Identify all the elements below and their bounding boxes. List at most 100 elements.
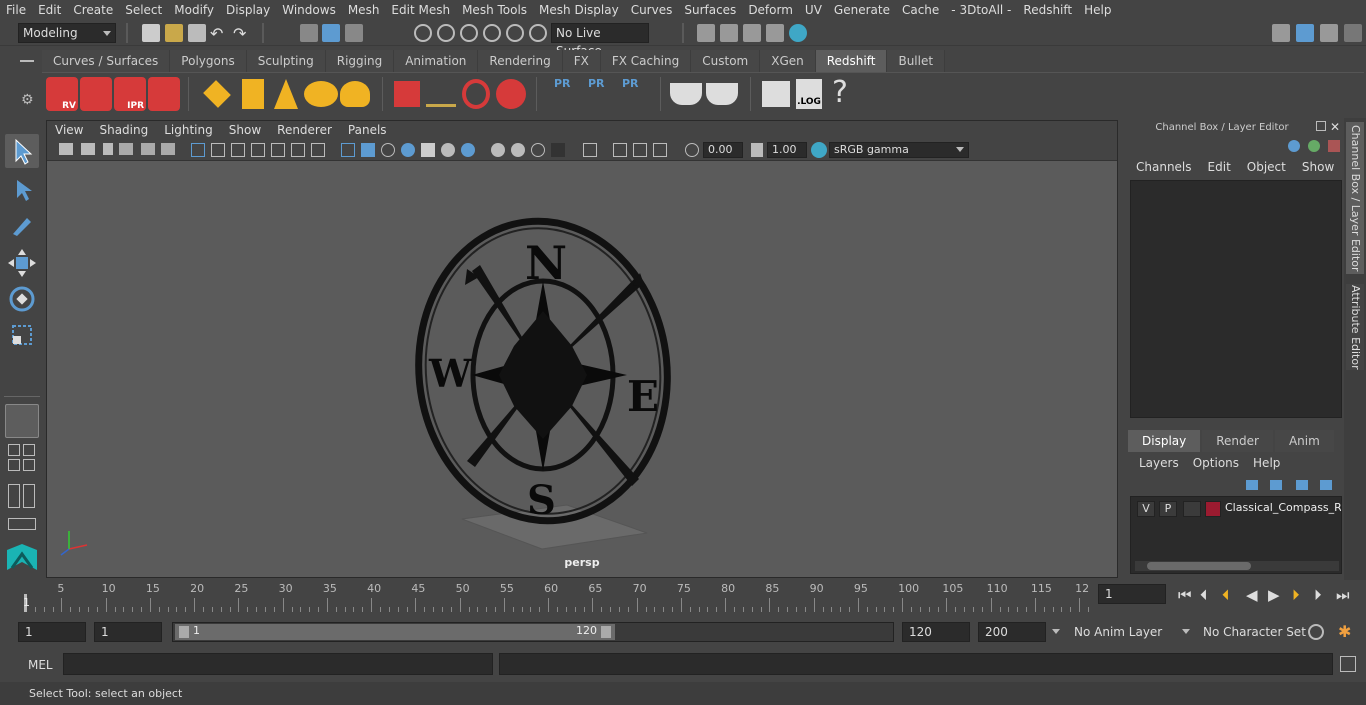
sphere-icon[interactable] <box>496 79 526 109</box>
playback-start-field[interactable]: 1 <box>94 622 162 642</box>
bake-set-icon[interactable] <box>706 83 738 105</box>
redshift-batch-icon[interactable] <box>80 77 112 111</box>
play-backwards-icon[interactable]: ◀ <box>1246 586 1258 604</box>
pr-object-icon[interactable]: PR <box>554 77 571 90</box>
scene-canvas[interactable]: N S E W <box>47 161 1117 561</box>
layer-menu-options[interactable]: Options <box>1186 456 1246 470</box>
field-chart-icon[interactable] <box>271 143 285 157</box>
lasso-tool-icon[interactable] <box>5 172 39 206</box>
layout-side-icon[interactable] <box>8 459 20 471</box>
image-plane-icon[interactable] <box>119 143 133 155</box>
current-frame-field[interactable]: 1 <box>1098 584 1166 604</box>
viewport-menu-panels[interactable]: Panels <box>340 121 395 139</box>
tab-attribute-editor[interactable]: Attribute Editor <box>1346 284 1364 370</box>
chevron-down-icon[interactable] <box>1182 629 1190 634</box>
exposure-field[interactable]: 0.00 <box>703 142 743 158</box>
step-back-frame-icon[interactable]: ⏴ <box>1200 586 1208 604</box>
tab-render[interactable]: Render <box>1202 430 1273 452</box>
channel-menu-edit[interactable]: Edit <box>1200 160 1239 174</box>
menu-mesh-tools[interactable]: Mesh Tools <box>456 0 533 20</box>
move-layer-up-icon[interactable] <box>1246 480 1258 490</box>
channel-menu-channels[interactable]: Channels <box>1128 160 1200 174</box>
menu-surfaces[interactable]: Surfaces <box>678 0 742 20</box>
layer-name[interactable]: Classical_Compass_Ro <box>1225 501 1341 514</box>
lights-icon[interactable] <box>441 143 455 157</box>
shadows-icon[interactable] <box>461 143 475 157</box>
layout-four-icon[interactable] <box>23 444 35 456</box>
camera-attributes-icon[interactable] <box>81 143 95 155</box>
sun-sky-icon[interactable] <box>340 81 370 107</box>
tab-display[interactable]: Display <box>1128 430 1201 452</box>
play-forwards-icon[interactable]: ▶ <box>1268 586 1280 604</box>
menu-file[interactable]: File <box>0 0 32 20</box>
select-tool-icon[interactable] <box>5 134 39 168</box>
grease-pencil-icon[interactable] <box>161 143 175 155</box>
layer-menu-help[interactable]: Help <box>1246 456 1287 470</box>
range-track[interactable]: 1 120 <box>172 622 894 642</box>
workspace-icon[interactable] <box>1272 24 1290 42</box>
menu-deform[interactable]: Deform <box>742 0 799 20</box>
anti-alias-icon[interactable] <box>531 143 545 157</box>
snap-view-icon[interactable] <box>483 24 501 42</box>
menu-help[interactable]: Help <box>1078 0 1117 20</box>
rotate-tool-icon[interactable] <box>5 282 39 316</box>
shelf-tab-animation[interactable]: Animation <box>394 50 479 72</box>
save-scene-icon[interactable] <box>188 24 206 42</box>
menu-uv[interactable]: UV <box>799 0 828 20</box>
bake-icon[interactable] <box>670 83 702 105</box>
ambient-occlusion-icon[interactable] <box>491 143 505 157</box>
menu-select[interactable]: Select <box>119 0 168 20</box>
viewport-menu-show[interactable]: Show <box>221 121 269 139</box>
3dtoall-logo-icon[interactable] <box>5 542 39 572</box>
select-component-icon[interactable] <box>345 24 363 42</box>
shelf-tab-rendering[interactable]: Rendering <box>478 50 563 72</box>
new-layer-icon[interactable] <box>1296 480 1308 490</box>
hair-icon[interactable] <box>462 79 490 109</box>
log-icon[interactable]: .LOG <box>796 79 822 109</box>
render-settings-icon[interactable] <box>766 24 784 42</box>
auto-key-icon[interactable] <box>1308 624 1324 640</box>
dome-light-icon[interactable] <box>304 81 338 107</box>
channel-list[interactable] <box>1130 180 1342 418</box>
menu-windows[interactable]: Windows <box>276 0 342 20</box>
layer-color-swatch[interactable] <box>1205 501 1221 517</box>
exposure-icon[interactable] <box>685 143 699 157</box>
channel-anim-icon[interactable] <box>1308 140 1320 152</box>
default-material-icon[interactable] <box>381 143 395 157</box>
soft-select-icon[interactable] <box>5 404 39 438</box>
shelf-tab-polygons[interactable]: Polygons <box>170 50 247 72</box>
isolate-select-icon[interactable] <box>583 143 597 157</box>
new-scene-icon[interactable] <box>142 24 160 42</box>
go-to-start-icon[interactable]: ⏮ <box>1178 586 1192 604</box>
gate-mask-icon[interactable] <box>251 143 265 157</box>
menu-generate[interactable]: Generate <box>828 0 896 20</box>
menu-create[interactable]: Create <box>67 0 119 20</box>
scale-tool-icon[interactable] <box>5 318 39 352</box>
channel-menu-object[interactable]: Object <box>1239 160 1294 174</box>
film-gate-icon[interactable] <box>211 143 225 157</box>
menu-edit-mesh[interactable]: Edit Mesh <box>385 0 456 20</box>
portal-light-icon[interactable] <box>242 79 264 109</box>
viewport-menu-renderer[interactable]: Renderer <box>269 121 340 139</box>
redshift-render-view-icon[interactable]: RV <box>46 77 78 111</box>
snap-point-icon[interactable] <box>460 24 478 42</box>
modeling-toolkit-icon[interactable] <box>1296 24 1314 42</box>
shelf-tab-custom[interactable]: Custom <box>691 50 761 72</box>
channel-break-icon[interactable] <box>1328 140 1340 152</box>
two-d-pan-icon[interactable] <box>141 143 155 155</box>
layer-menu-layers[interactable]: Layers <box>1132 456 1186 470</box>
character-set-dropdown[interactable]: No Character Set <box>1203 625 1306 639</box>
anim-end-field[interactable]: 200 <box>978 622 1046 642</box>
layer-visibility-toggle[interactable]: V <box>1137 501 1155 517</box>
move-layer-down-icon[interactable] <box>1270 480 1282 490</box>
tab-channel-box[interactable]: Channel Box / Layer Editor <box>1346 122 1364 274</box>
outliner-layout-icon[interactable] <box>8 484 20 508</box>
graph-layout-icon[interactable] <box>23 484 35 508</box>
safe-title-icon[interactable] <box>311 143 325 157</box>
close-icon[interactable]: ✕ <box>1330 120 1340 134</box>
range-end-grip[interactable] <box>601 626 611 638</box>
resolution-gate-icon[interactable] <box>231 143 245 157</box>
float-icon[interactable] <box>1316 121 1326 131</box>
paint-select-tool-icon[interactable] <box>5 208 39 242</box>
render-view-icon[interactable] <box>697 24 715 42</box>
